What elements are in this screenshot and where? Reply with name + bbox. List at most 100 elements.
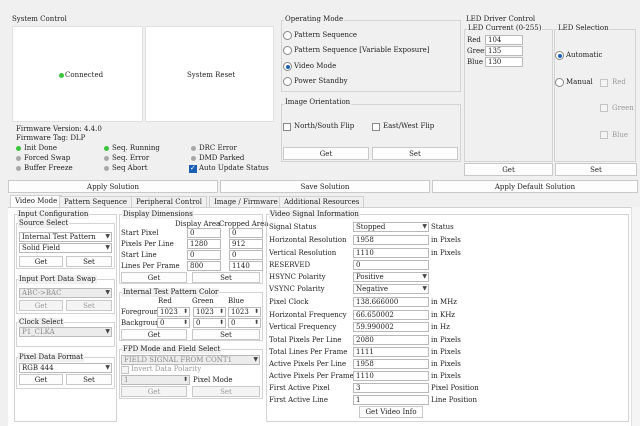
- pattern-color-set-button[interactable]: Set: [192, 329, 260, 340]
- test-pattern-dropdown[interactable]: Solid Field ▼: [19, 243, 112, 253]
- dimensions-set-button[interactable]: Set: [192, 272, 260, 283]
- signal-label: Active Pixels Per Frame: [269, 372, 354, 380]
- signal-value-field[interactable]: 2080: [353, 335, 429, 345]
- cropped-pixels-per-line-input[interactable]: 912: [229, 239, 263, 249]
- radio-pattern-sequence[interactable]: [283, 31, 292, 40]
- cropped-start-line-input[interactable]: 0: [229, 250, 263, 260]
- pattern-color-get-button[interactable]: Get: [121, 329, 187, 340]
- signal-value-field[interactable]: 1: [353, 395, 429, 405]
- fg-red-spinner[interactable]: 1023 ⬍: [157, 307, 190, 317]
- led-get-button[interactable]: Get: [464, 163, 553, 176]
- fg-green-value: 1023: [196, 308, 214, 316]
- cropped-start-pixel-input[interactable]: 0: [229, 228, 263, 238]
- radio-manual[interactable]: [555, 78, 564, 87]
- vsync-polarity-dropdown[interactable]: Negative ▼: [353, 284, 429, 294]
- pixel-format-dropdown[interactable]: RGB 444 ▼: [19, 363, 112, 373]
- invert-polarity-label: Invert Data Polarity: [131, 365, 202, 373]
- red-current-label: Red: [467, 36, 481, 44]
- port-swap-get-button[interactable]: Get: [19, 300, 63, 311]
- fg-blue-value: 1023: [231, 308, 249, 316]
- status-dot: [16, 146, 21, 151]
- red-current-input[interactable]: 104: [485, 35, 523, 45]
- signal-value-field[interactable]: 1110: [353, 371, 429, 381]
- bg-red-spinner[interactable]: 0 ⬍: [157, 318, 190, 328]
- blue-led-checkbox[interactable]: [600, 131, 608, 139]
- system-reset-button[interactable]: System Reset: [145, 26, 274, 122]
- signal-unit: in Pixels: [431, 372, 461, 380]
- tab-additional-resources[interactable]: Additional Resources: [279, 196, 365, 207]
- signal-value-field[interactable]: 59.990002: [353, 322, 429, 332]
- dim-row-label: Start Pixel: [121, 229, 159, 237]
- tab-peripheral-control[interactable]: Peripheral Control: [131, 196, 207, 207]
- system-reset-label: System Reset: [187, 71, 236, 79]
- fpd-get-button[interactable]: Get: [121, 386, 187, 397]
- source-select-dropdown[interactable]: Internal Test Pattern ▼: [19, 232, 112, 242]
- signal-value-field[interactable]: 1958: [353, 359, 429, 369]
- auto-update-label: Auto Update Status: [199, 164, 269, 172]
- auto-update-checkbox[interactable]: [189, 164, 197, 173]
- radio-power-standby[interactable]: [283, 77, 292, 86]
- display-start-line-input[interactable]: 0: [187, 250, 221, 260]
- radio-pattern-sequence-variable[interactable]: [283, 46, 292, 55]
- radio-automatic[interactable]: [555, 51, 564, 60]
- vertical-scrollbar[interactable]: [631, 207, 640, 426]
- apply-default-solution-button[interactable]: Apply Default Solution: [432, 180, 638, 193]
- status-label: Seq. Error: [112, 154, 150, 162]
- signal-value-field[interactable]: 3: [353, 383, 429, 393]
- clock-select-dropdown[interactable]: P1_CLKA ▼: [19, 327, 112, 337]
- pixel-mode-spinner[interactable]: 1 ⬍: [121, 375, 190, 385]
- get-video-info-button[interactable]: Get Video Info: [359, 406, 423, 418]
- signal-value-field[interactable]: 138.666000: [353, 297, 429, 307]
- chevron-down-icon: ▼: [105, 244, 110, 251]
- red-led-checkbox[interactable]: [600, 79, 608, 87]
- cropped-lines-per-frame-input[interactable]: 1140: [229, 261, 263, 271]
- port-swap-set-button[interactable]: Set: [66, 300, 112, 311]
- signal-unit: Pixel Position: [431, 384, 479, 392]
- blue-current-input[interactable]: 130: [485, 57, 523, 67]
- tab-video-mode[interactable]: Video Mode: [10, 195, 63, 207]
- ns-flip-checkbox[interactable]: [283, 123, 291, 131]
- green-current-input[interactable]: 135: [485, 46, 523, 56]
- signal-value-field[interactable]: 66.650002: [353, 310, 429, 320]
- pixel-mode-value: 1: [124, 376, 129, 384]
- field-select-dropdown[interactable]: FIELD SIGNAL FROM CONT1 ▼: [121, 355, 260, 365]
- signal-value-field[interactable]: 0: [353, 260, 429, 270]
- fg-green-spinner[interactable]: 1023 ⬍: [193, 307, 226, 317]
- apply-solution-button[interactable]: Apply Solution: [8, 180, 218, 193]
- tab-pattern-sequence[interactable]: Pattern Sequence: [59, 196, 133, 207]
- blue-led-label: Blue: [612, 131, 629, 139]
- radio-video-mode[interactable]: [283, 62, 292, 71]
- pixel-format-get-button[interactable]: Get: [19, 374, 63, 385]
- led-set-button[interactable]: Set: [555, 163, 637, 176]
- save-solution-button[interactable]: Save Solution: [220, 180, 430, 193]
- invert-polarity-checkbox[interactable]: [121, 366, 129, 374]
- status-label: Buffer Freeze: [24, 164, 73, 172]
- dimensions-get-button[interactable]: Get: [121, 272, 187, 283]
- tab-image-firmware[interactable]: Image / Firmware: [209, 196, 283, 207]
- source-get-button[interactable]: Get: [19, 256, 63, 267]
- orientation-get-button[interactable]: Get: [283, 147, 369, 160]
- green-led-checkbox[interactable]: [600, 104, 608, 112]
- fpd-set-button[interactable]: Set: [192, 386, 260, 397]
- spin-arrows-icon: ⬍: [182, 319, 188, 326]
- fg-blue-spinner[interactable]: 1023 ⬍: [228, 307, 261, 317]
- bg-blue-spinner[interactable]: 0 ⬍: [228, 318, 261, 328]
- ew-flip-checkbox[interactable]: [372, 123, 380, 131]
- pixel-format-set-button[interactable]: Set: [66, 374, 112, 385]
- signal-label: Signal Status: [269, 223, 317, 231]
- display-start-pixel-input[interactable]: 0: [187, 228, 221, 238]
- signal-value-field[interactable]: 1110: [353, 248, 429, 258]
- clock-value: P1_CLKA: [22, 328, 55, 336]
- display-lines-per-frame-input[interactable]: 800: [187, 261, 221, 271]
- port-swap-dropdown[interactable]: ABC->BAC ▼: [19, 288, 112, 298]
- mode-option-label: Pattern Sequence [Variable Exposure]: [294, 46, 430, 54]
- source-set-button[interactable]: Set: [66, 256, 112, 267]
- firmware-tag: Firmware Tag: DLP: [16, 134, 86, 142]
- signal-value-field[interactable]: 1958: [353, 235, 429, 245]
- signal-status-dropdown[interactable]: Stopped ▼: [353, 222, 429, 232]
- signal-value-field[interactable]: 1111: [353, 347, 429, 357]
- bg-green-spinner[interactable]: 0 ⬍: [193, 318, 226, 328]
- orientation-set-button[interactable]: Set: [372, 147, 458, 160]
- display-pixels-per-line-input[interactable]: 1280: [187, 239, 221, 249]
- hsync-polarity-dropdown[interactable]: Positive ▼: [353, 272, 429, 282]
